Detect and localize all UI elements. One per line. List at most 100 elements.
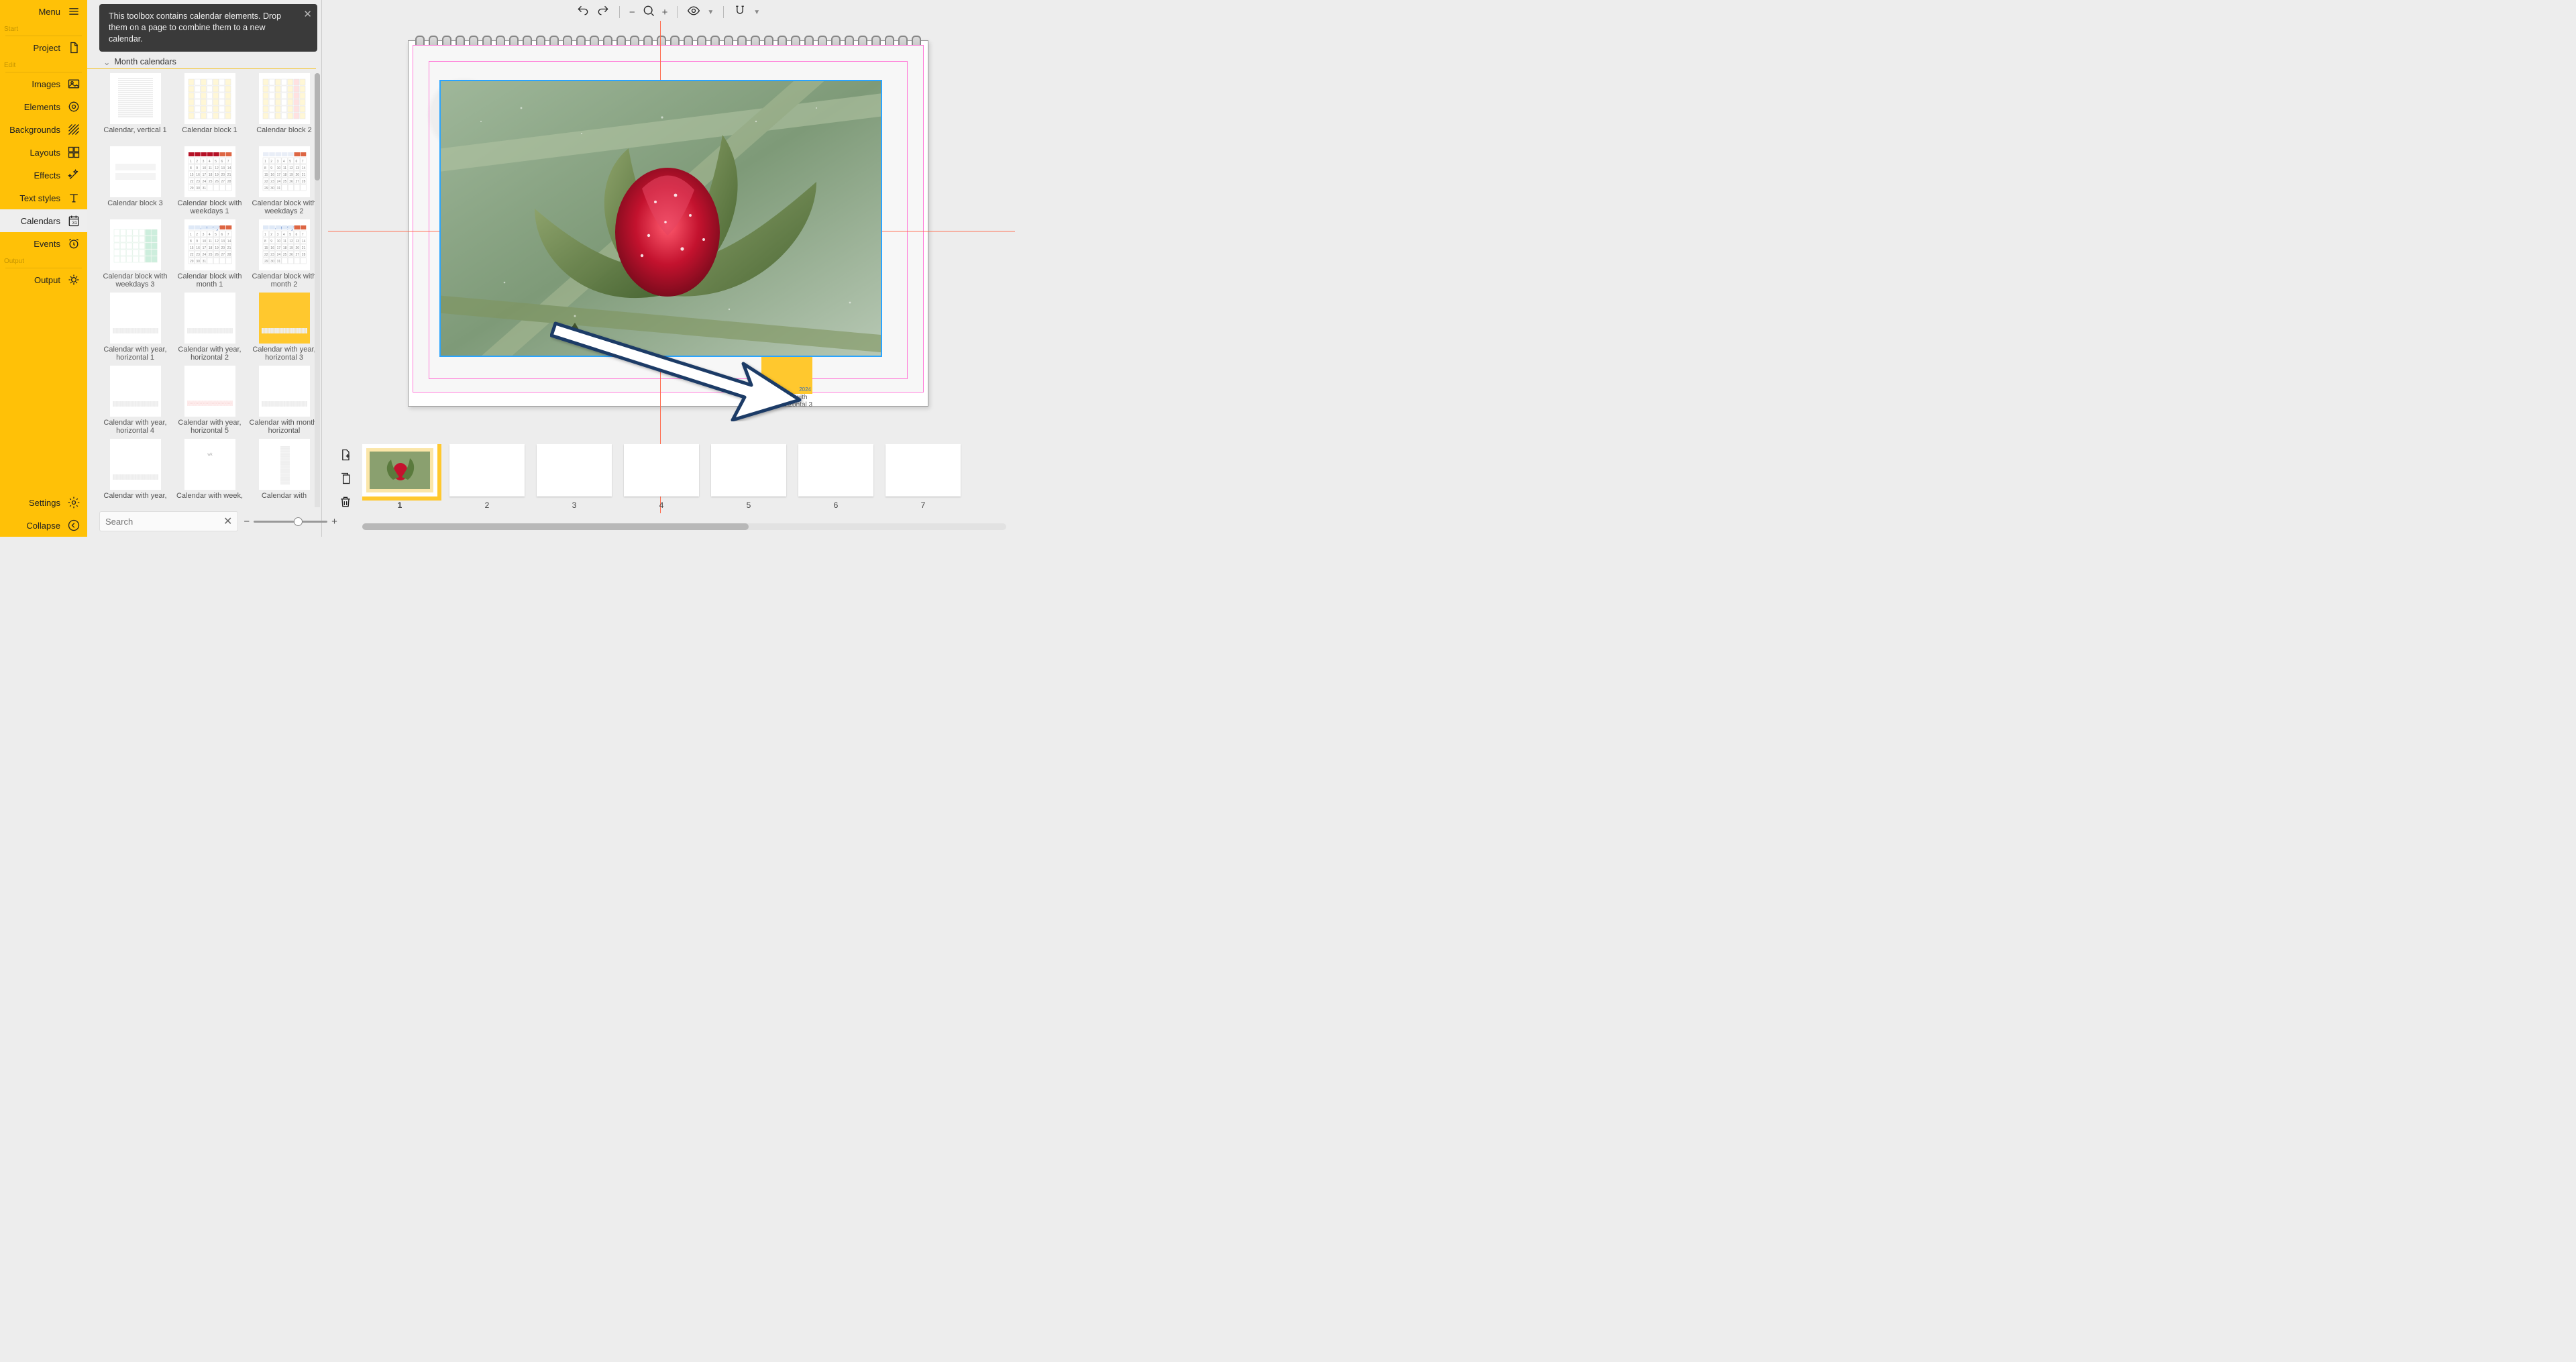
svg-text:11: 11 (208, 166, 211, 170)
nav-output[interactable]: Output (0, 268, 87, 291)
toolbox-thumb[interactable] (110, 293, 161, 344)
toolbox-thumb[interactable] (184, 73, 235, 124)
nav-effects[interactable]: Effects (0, 164, 87, 187)
toolbox-item[interactable]: wkCalendar with week, (174, 439, 246, 507)
search-field[interactable] (105, 517, 223, 527)
toolbox-item[interactable]: Calendar block 2 (248, 73, 320, 144)
zoom-out-icon[interactable]: − (244, 516, 250, 527)
undo-icon[interactable] (576, 4, 590, 20)
page-thumb-image (711, 444, 786, 496)
search-input[interactable]: ✕ (99, 511, 238, 531)
page-thumb-image (449, 444, 525, 496)
toolbox-thumb[interactable] (184, 293, 235, 344)
svg-text:27: 27 (221, 180, 225, 184)
svg-text:24: 24 (276, 253, 280, 257)
nav-text-styles[interactable]: Text styles (0, 187, 87, 209)
toolbox-thumb[interactable] (110, 219, 161, 270)
visibility-icon[interactable] (687, 4, 700, 20)
svg-text:10: 10 (276, 166, 280, 170)
pages-scrollbar[interactable] (362, 523, 1006, 530)
toolbox-thumb[interactable]: wk (184, 439, 235, 490)
svg-text:2: 2 (270, 160, 272, 164)
nav-images[interactable]: Images (0, 72, 87, 95)
toolbox-thumb[interactable] (110, 146, 161, 197)
page-strip: 123 4 5 6 7 (335, 444, 1006, 530)
dropdown-2-icon[interactable]: ▼ (753, 9, 760, 16)
toolbox-item[interactable]: Calendar with (248, 439, 320, 507)
toolbox-thumb[interactable] (110, 439, 161, 490)
toolbox-item[interactable]: Calendar with year, horizontal 2 (174, 293, 246, 363)
svg-text:27: 27 (221, 253, 225, 257)
toolbox-thumb[interactable]: January2 66">123456789101112131415161718… (259, 219, 310, 270)
page-thumb[interactable]: 1 (362, 444, 437, 511)
nav-settings[interactable]: Settings (0, 491, 87, 514)
add-page-icon[interactable] (339, 448, 352, 465)
toolbox-item[interactable]: Calendar with year, horizontal 5 (174, 366, 246, 436)
nav-collapse[interactable]: Collapse (0, 514, 87, 537)
toolbox-item[interactable]: Calendar, vertical 1 (99, 73, 171, 144)
zoom-in-button[interactable]: + (662, 7, 668, 18)
toolbox-item[interactable]: Calendar with month, horizontal (248, 366, 320, 436)
toolbox-thumb[interactable] (110, 366, 161, 417)
zoom-out-button[interactable]: − (629, 7, 635, 18)
toolbox-item[interactable]: Calendar block with weekdays 3 (99, 219, 171, 290)
photo-frame[interactable] (441, 81, 881, 356)
svg-text:18: 18 (282, 246, 286, 250)
nav-backgrounds[interactable]: Backgrounds (0, 118, 87, 141)
dropdown-1-icon[interactable]: ▼ (707, 9, 714, 16)
nav-elements[interactable]: Elements (0, 95, 87, 118)
toolbox-item[interactable]: Calendar with year, (99, 439, 171, 507)
nav-project[interactable]: Project (0, 36, 87, 59)
svg-text:30: 30 (196, 260, 200, 264)
duplicate-page-icon[interactable] (339, 472, 352, 488)
svg-text:21: 21 (301, 173, 305, 177)
toolbox-thumb[interactable] (110, 73, 161, 124)
toolbox-thumb[interactable]: January2 66">123456789101112131415161718… (184, 219, 235, 270)
page-thumb[interactable]: 7 (885, 444, 961, 511)
toolbox-item[interactable]: Calendar block 3 (99, 146, 171, 217)
clear-icon[interactable]: ✕ (223, 515, 232, 528)
toolbox-scrollbar[interactable] (315, 73, 320, 507)
redo-icon[interactable] (596, 4, 610, 20)
toolbox-thumb[interactable]: 1234567891011121314151617181920212223242… (259, 146, 310, 197)
svg-text:31: 31 (72, 221, 78, 225)
svg-text:2: 2 (270, 233, 272, 237)
zoom-fit-icon[interactable] (642, 4, 655, 20)
toolbox-thumb[interactable] (259, 439, 310, 490)
toolbox-item[interactable]: January2 66">123456789101112131415161718… (248, 219, 320, 290)
svg-text:31: 31 (276, 187, 280, 191)
toolbox-item[interactable]: Calendar with year, horizontal 1 (99, 293, 171, 363)
svg-text:5: 5 (289, 160, 291, 164)
output-icon (67, 273, 80, 286)
page-number: 6 (834, 501, 839, 510)
page-thumb[interactable]: 2 (449, 444, 525, 511)
toolbox-item[interactable]: 1234567891011121314151617181920212223242… (248, 146, 320, 217)
nav-layouts[interactable]: Layouts (0, 141, 87, 164)
text-icon (67, 191, 80, 205)
page-thumb[interactable]: 6 (798, 444, 873, 511)
toolbox-thumb[interactable] (259, 366, 310, 417)
page-thumb[interactable]: 5 (711, 444, 786, 511)
toolbox-thumb[interactable] (259, 73, 310, 124)
page-number: 4 (659, 501, 664, 510)
page-thumb[interactable]: 3 (537, 444, 612, 511)
svg-text:31: 31 (202, 260, 206, 264)
toolbox-item[interactable]: Calendar with year, horizontal 3 (248, 293, 320, 363)
nav-calendars[interactable]: Calendars 31 (0, 209, 87, 232)
delete-page-icon[interactable] (339, 495, 352, 512)
toolbox-thumb[interactable] (184, 366, 235, 417)
toolbox-section-header[interactable]: ⌄ Month calendars (87, 57, 316, 69)
page-thumb[interactable]: 4 (624, 444, 699, 511)
nav-events[interactable]: Events (0, 232, 87, 255)
toolbox-thumb[interactable] (259, 293, 310, 344)
snap-icon[interactable] (733, 4, 747, 20)
zoom-slider-track[interactable] (254, 521, 327, 523)
toolbox-thumb[interactable]: 1234567891011121314151617181920212223242… (184, 146, 235, 197)
toolbox-item[interactable]: 1234567891011121314151617181920212223242… (174, 146, 246, 217)
toolbox-item[interactable]: January2 66">123456789101112131415161718… (174, 219, 246, 290)
section-start: Start (0, 23, 87, 36)
toolbox-item[interactable]: Calendar with year, horizontal 4 (99, 366, 171, 436)
close-icon[interactable]: ✕ (303, 8, 312, 21)
toolbox-item[interactable]: Calendar block 1 (174, 73, 246, 144)
menu-button[interactable]: Menu (0, 0, 87, 23)
